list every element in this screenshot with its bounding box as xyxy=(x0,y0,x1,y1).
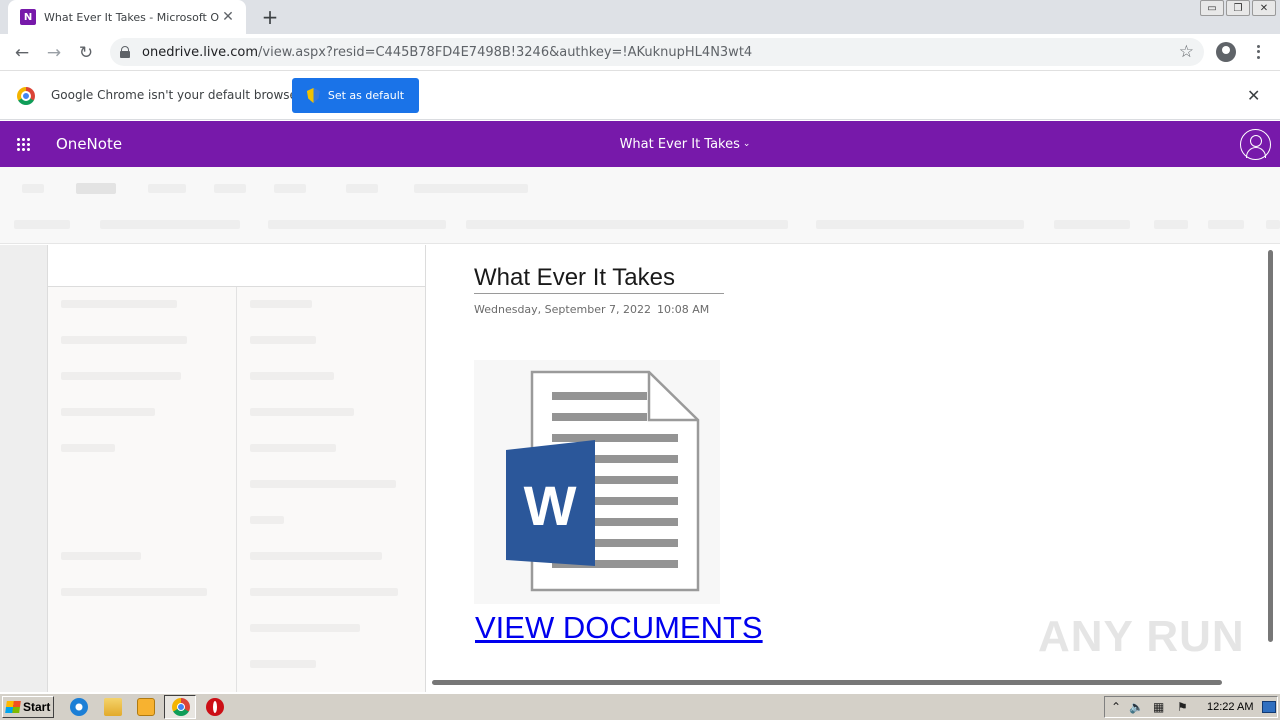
windows-taskbar: Start ⌃ 🔈 ▦ ⚑ 12:22 AM xyxy=(0,693,1280,720)
ribbon-placeholder xyxy=(414,184,528,193)
word-letter: W xyxy=(524,474,577,537)
tab-strip: N What Ever It Takes - Microsoft OneNote… xyxy=(0,0,1280,34)
new-tab-button[interactable]: + xyxy=(258,5,282,29)
windows-flag-icon xyxy=(5,701,21,713)
notebook-title: What Ever It Takes xyxy=(619,137,740,152)
view-documents-link[interactable]: VIEW DOCUMENTS xyxy=(475,610,763,646)
ribbon-placeholder xyxy=(1154,220,1188,229)
action-center-flag-icon[interactable]: ⚑ xyxy=(1177,700,1188,714)
page-date: Wednesday, September 7, 2022 xyxy=(474,303,651,316)
forward-arrow-icon[interactable]: → xyxy=(42,41,66,65)
ribbon-placeholder xyxy=(14,220,70,229)
vertical-scrollbar[interactable] xyxy=(1268,250,1273,642)
anyrun-watermark: ANY RUN xyxy=(1038,612,1245,661)
start-label: Start xyxy=(23,700,51,714)
profile-icon[interactable] xyxy=(1216,42,1236,62)
window-controls: ▭ ❐ ✕ xyxy=(1200,0,1276,16)
page-placeholder xyxy=(250,372,334,380)
ribbon-placeholder xyxy=(148,184,186,193)
page-placeholder xyxy=(250,336,316,344)
page-time: 10:08 AM xyxy=(657,303,710,316)
section-placeholder xyxy=(61,444,115,452)
url-path: /view.aspx?resid=C445B78FD4E7498B!3246&a… xyxy=(258,44,753,60)
page-placeholder xyxy=(250,408,354,416)
page-placeholder xyxy=(250,300,312,308)
network-icon[interactable]: ▦ xyxy=(1153,700,1164,714)
ribbon-placeholder xyxy=(1208,220,1244,229)
set-as-default-button[interactable]: Set as default xyxy=(292,78,419,113)
sections-pane xyxy=(47,245,236,692)
ribbon-placeholder xyxy=(1266,220,1280,229)
page-placeholder xyxy=(250,588,398,596)
page-placeholder xyxy=(250,480,396,488)
horizontal-scrollbar[interactable] xyxy=(432,680,1222,685)
browser-tab[interactable]: N What Ever It Takes - Microsoft OneNote… xyxy=(8,0,246,34)
page-placeholder xyxy=(250,552,382,560)
infobar-message: Google Chrome isn't your default browser xyxy=(51,88,302,102)
show-desktop-icon[interactable] xyxy=(1262,701,1276,713)
ribbon-placeholder xyxy=(816,220,1024,229)
pages-pane xyxy=(236,245,426,692)
ribbon-placeholder xyxy=(22,184,44,193)
minimize-button[interactable]: ▭ xyxy=(1200,0,1224,16)
ribbon-placeholder xyxy=(274,184,306,193)
page-placeholder xyxy=(250,516,284,524)
ribbon-placeholder xyxy=(466,220,788,229)
section-placeholder xyxy=(61,372,181,380)
close-window-button[interactable]: ✕ xyxy=(1252,0,1276,16)
section-placeholder xyxy=(61,588,207,596)
left-gutter xyxy=(0,245,47,692)
notebook-title-dropdown[interactable]: What Ever It Takes ⌄ xyxy=(0,137,1280,152)
default-browser-infobar: Google Chrome isn't your default browser… xyxy=(0,72,1280,120)
opera-taskbar-icon[interactable] xyxy=(206,698,224,716)
chrome-menu-icon[interactable] xyxy=(1250,42,1266,62)
lock-icon[interactable] xyxy=(120,46,130,58)
section-placeholder xyxy=(61,552,141,560)
media-player-icon[interactable] xyxy=(137,698,155,716)
restore-button[interactable]: ❐ xyxy=(1226,0,1250,16)
uac-shield-icon xyxy=(306,88,320,103)
browser-toolbar: ← → ↻ onedrive.live.com/view.aspx?resid=… xyxy=(0,34,1280,71)
page-placeholder xyxy=(250,660,316,668)
onenote-favicon-icon: N xyxy=(20,9,36,25)
system-tray: ⌃ 🔈 ▦ ⚑ 12:22 AM xyxy=(1104,696,1278,718)
ribbon-placeholder xyxy=(268,220,446,229)
page-placeholder xyxy=(250,624,360,632)
set-as-default-label: Set as default xyxy=(327,89,405,102)
word-document-icon[interactable]: W xyxy=(474,360,720,604)
tab-close-icon[interactable]: ✕ xyxy=(220,9,236,25)
volume-icon[interactable]: 🔈 xyxy=(1129,700,1144,714)
ribbon-placeholder xyxy=(100,220,240,229)
ribbon-placeholder xyxy=(1054,220,1130,229)
address-bar[interactable]: onedrive.live.com/view.aspx?resid=C445B7… xyxy=(110,38,1204,66)
ribbon-skeleton xyxy=(0,167,1280,244)
infobar-close-icon[interactable]: ✕ xyxy=(1247,86,1260,105)
bookmark-star-icon[interactable]: ☆ xyxy=(1179,42,1194,62)
section-placeholder xyxy=(61,336,187,344)
tab-title: What Ever It Takes - Microsoft OneNote xyxy=(44,10,220,24)
section-placeholder xyxy=(61,300,177,308)
back-arrow-icon[interactable]: ← xyxy=(10,41,34,65)
file-explorer-icon[interactable] xyxy=(104,698,122,716)
ribbon-placeholder xyxy=(346,184,378,193)
taskbar-clock[interactable]: 12:22 AM xyxy=(1207,701,1253,713)
page-placeholder xyxy=(250,444,336,452)
onenote-header: OneNote What Ever It Takes ⌄ xyxy=(0,121,1280,167)
chrome-logo-icon xyxy=(17,87,35,105)
account-avatar-icon[interactable] xyxy=(1240,129,1271,160)
start-button[interactable]: Start xyxy=(2,696,54,718)
ribbon-placeholder xyxy=(76,183,116,194)
panes-header xyxy=(47,245,426,287)
page-title[interactable]: What Ever It Takes xyxy=(474,264,724,294)
internet-explorer-icon[interactable] xyxy=(70,698,88,716)
chrome-taskbar-icon[interactable] xyxy=(172,698,190,716)
url-host: onedrive.live.com xyxy=(142,44,259,60)
reload-icon[interactable]: ↻ xyxy=(74,41,98,65)
ribbon-placeholder xyxy=(214,184,246,193)
chevron-down-icon: ⌄ xyxy=(742,139,751,149)
url-text[interactable]: onedrive.live.com/view.aspx?resid=C445B7… xyxy=(142,45,752,60)
tray-expand-icon[interactable]: ⌃ xyxy=(1111,700,1121,714)
section-placeholder xyxy=(61,408,155,416)
word-document-graphic: W xyxy=(506,370,700,592)
